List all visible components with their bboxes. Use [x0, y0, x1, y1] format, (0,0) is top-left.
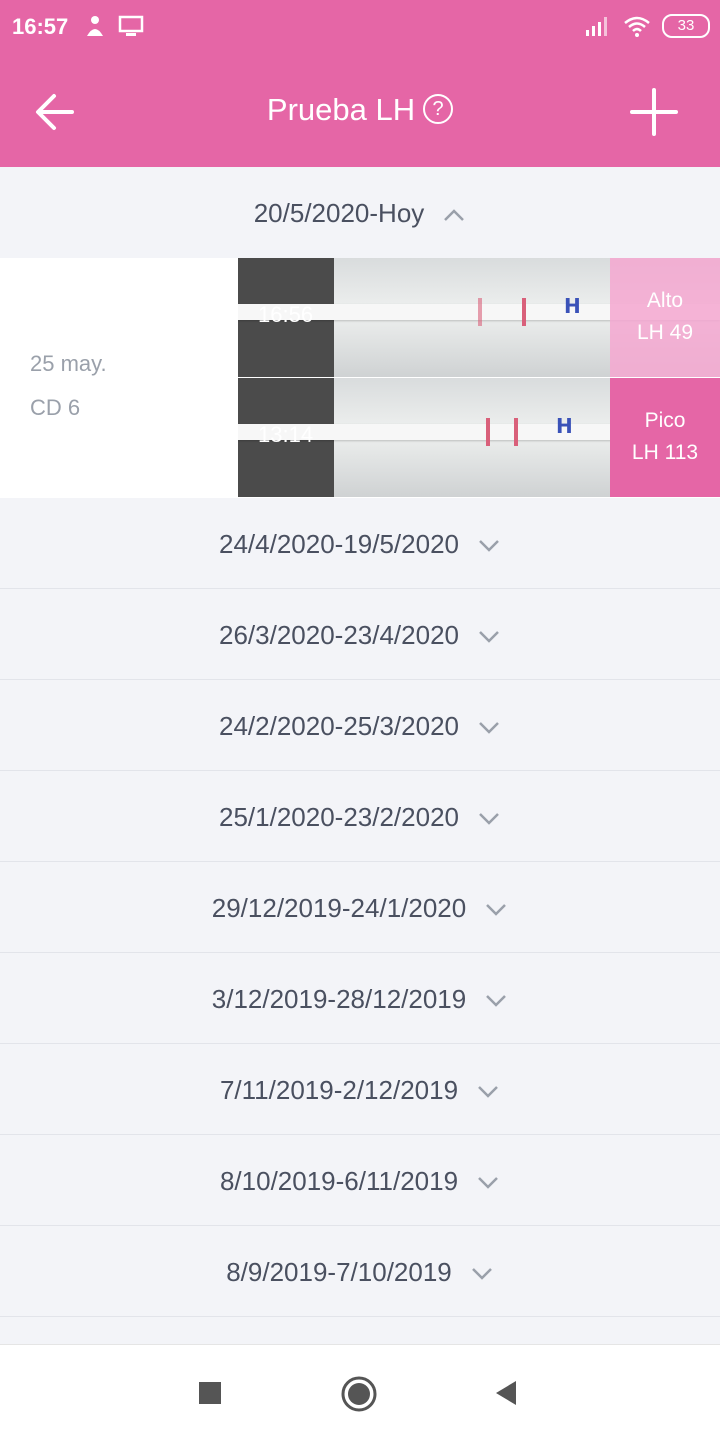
chevron-down-icon [486, 903, 507, 916]
group-label: 24/4/2020-19/5/2020 [219, 529, 459, 559]
result-value: LH 113 [631, 441, 699, 464]
recents-button[interactable] [198, 1381, 222, 1405]
test-entry[interactable]: H 16:56 Alto LH 49 [238, 258, 720, 377]
group-label: 8/10/2019-6/11/2019 [219, 1166, 459, 1196]
app-bar: Prueba LH? [0, 56, 720, 167]
page-title-text: Prueba LH [266, 92, 416, 127]
help-icon[interactable]: ? [423, 93, 454, 124]
chevron-down-icon [486, 994, 507, 1007]
cycle-day: CD 6 [30, 395, 81, 420]
system-nav-bar [0, 1344, 720, 1441]
chevron-down-icon [478, 1085, 498, 1098]
control-line [486, 418, 490, 446]
back-button[interactable] [492, 1379, 520, 1407]
signal-icon [586, 17, 607, 36]
result-badge: Alto LH 49 [610, 258, 720, 377]
notification-icon [87, 16, 103, 36]
group-label: 29/12/2019-24/1/2020 [211, 893, 467, 923]
chevron-down-icon [479, 812, 499, 825]
group-header[interactable]: 7/11/2019-2/12/2019 [0, 1044, 720, 1135]
result-value: LH 49 [636, 321, 694, 344]
day-card: 25 may. CD 6 H 16:56 Alto LH 49 H 13:14 … [0, 258, 720, 498]
page-title: Prueba LH? [0, 92, 720, 128]
group-header[interactable]: 8/9/2019-7/10/2019 [0, 1226, 720, 1317]
add-icon[interactable] [626, 84, 682, 140]
strip-marker: H [564, 294, 581, 318]
group-header[interactable]: 29/12/2019-24/1/2020 [0, 862, 720, 953]
test-time: 16:56 [258, 302, 314, 327]
chevron-down-icon [479, 721, 499, 734]
group-label: 26/3/2020-23/4/2020 [219, 620, 459, 650]
group-label: 7/11/2019-2/12/2019 [219, 1075, 459, 1105]
group-header[interactable]: 8/10/2019-6/11/2019 [0, 1135, 720, 1226]
battery-level: 33 [677, 17, 695, 34]
chevron-down-icon [471, 1267, 492, 1280]
test-entry[interactable]: H 13:14 Pico LH 113 [238, 378, 720, 497]
wifi-icon [624, 16, 650, 37]
result-level: Pico [644, 409, 686, 432]
group-header[interactable]: 25/1/2020-23/2/2020 [0, 771, 720, 862]
result-badge: Pico LH 113 [610, 378, 720, 497]
status-time: 16:57 [12, 14, 69, 39]
group-label: 20/5/2020-Hoy [253, 198, 425, 228]
test-line [514, 418, 518, 446]
group-label: 25/1/2020-23/2/2020 [219, 802, 459, 832]
group-header[interactable]: 3/12/2019-28/12/2019 [0, 953, 720, 1044]
test-line [522, 298, 526, 326]
day-info: 25 may. CD 6 [30, 342, 107, 430]
chevron-down-icon [479, 539, 499, 552]
battery-icon: 33 [662, 14, 710, 38]
group-header[interactable]: 26/3/2020-23/4/2020 [0, 589, 720, 680]
day-date: 25 may. [30, 351, 107, 376]
chevron-down-icon [478, 1176, 498, 1189]
status-bar: 16:57 33 [0, 0, 720, 56]
result-level: Alto [646, 289, 684, 312]
group-label: 3/12/2019-28/12/2019 [211, 984, 467, 1014]
home-button[interactable] [340, 1375, 378, 1413]
screen-cast-icon [118, 15, 144, 36]
chevron-down-icon [479, 630, 499, 643]
group-label: 8/9/2019-7/10/2019 [226, 1257, 452, 1287]
control-line [478, 298, 482, 326]
strip-marker: H [556, 414, 573, 438]
chevron-up-icon [444, 208, 465, 221]
group-label: 24/2/2020-25/3/2020 [219, 711, 459, 741]
test-time: 13:14 [258, 422, 314, 447]
group-header-current[interactable]: 20/5/2020-Hoy [0, 167, 720, 257]
group-header[interactable]: 24/2/2020-25/3/2020 [0, 680, 720, 771]
group-header[interactable]: 24/4/2020-19/5/2020 [0, 498, 720, 589]
